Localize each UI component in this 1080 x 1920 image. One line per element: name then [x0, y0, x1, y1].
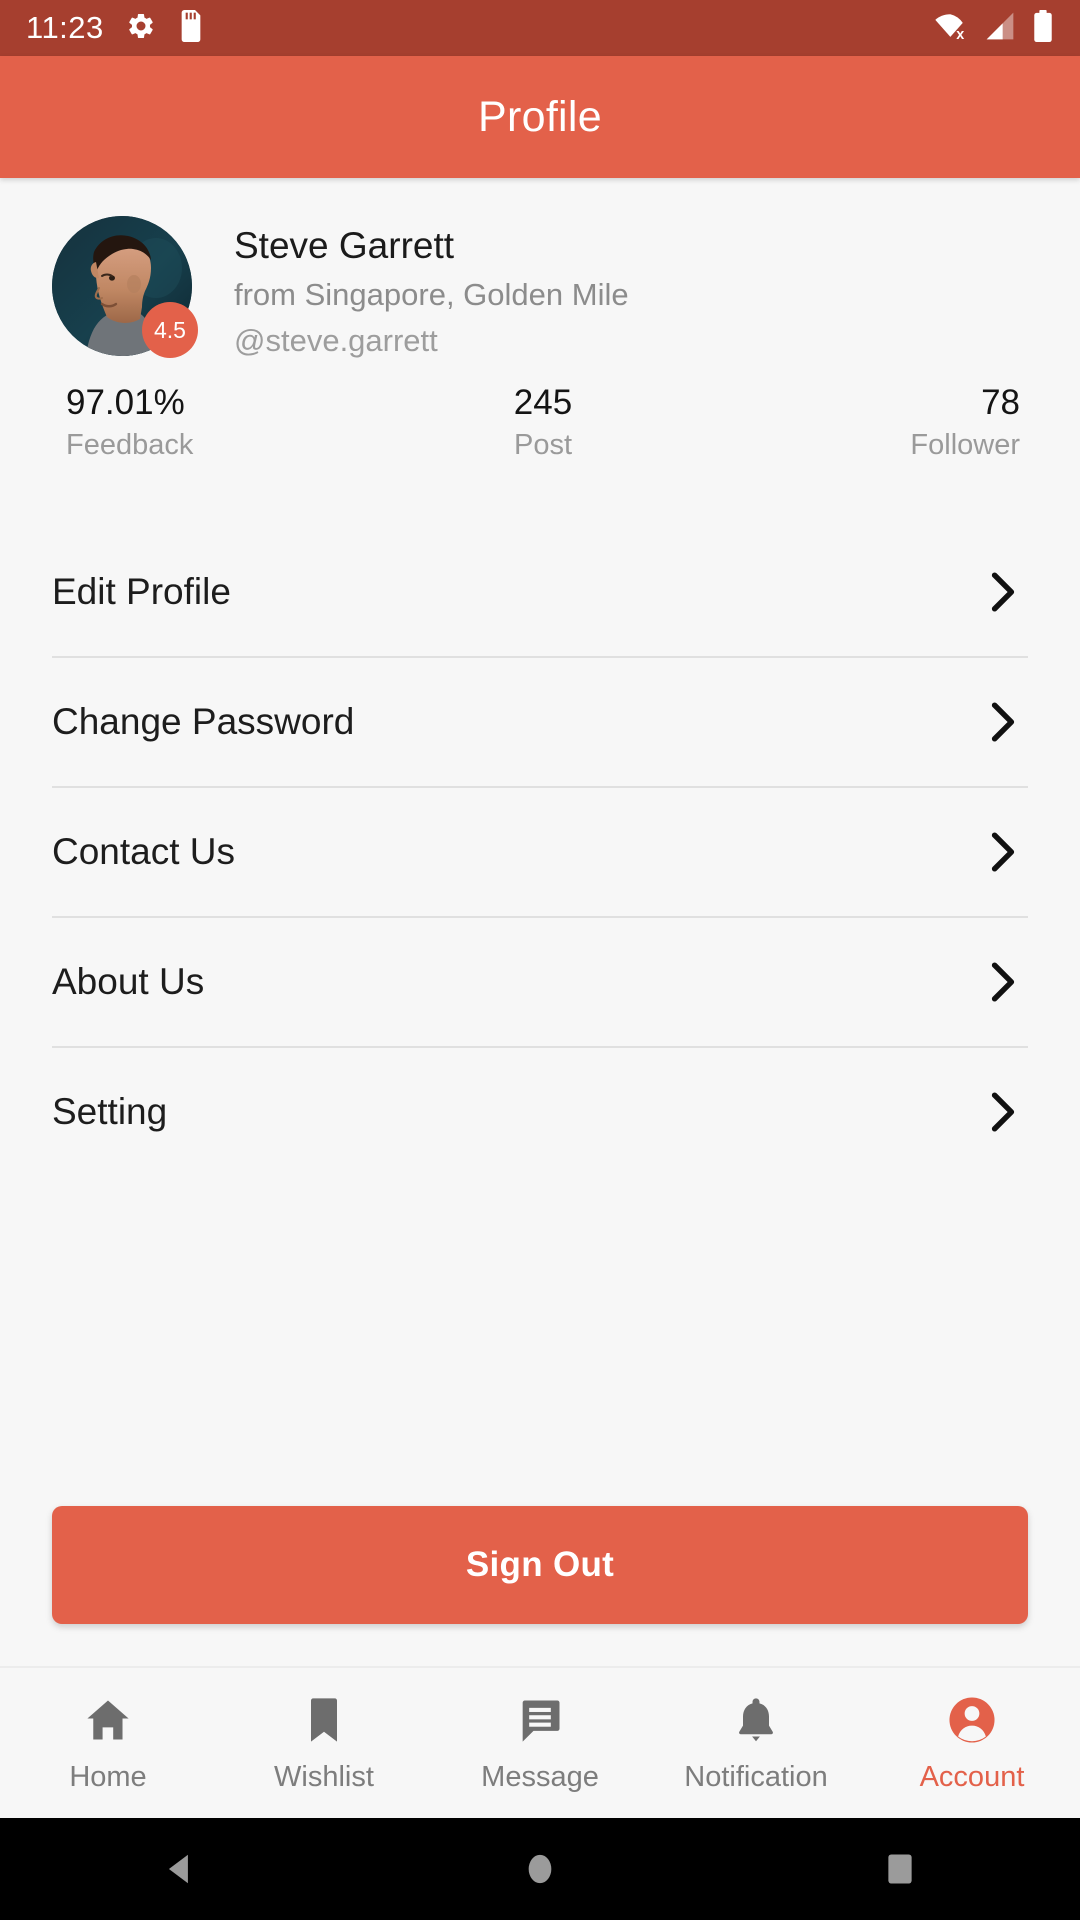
rating-badge: 4.5	[142, 302, 198, 358]
menu-item-label: About Us	[52, 961, 205, 1003]
profile-stats: 97.01% Feedback 245 Post 78 Follower	[52, 382, 1028, 462]
android-navigation-bar	[0, 1818, 1080, 1920]
gear-icon	[126, 11, 156, 46]
stat-label: Post	[513, 429, 573, 462]
back-button[interactable]	[0, 1850, 360, 1888]
recents-button[interactable]	[720, 1850, 1080, 1888]
profile-content: 4.5 Steve Garrett from Singapore, Golden…	[0, 178, 1080, 1666]
nav-item-notification[interactable]: Notification	[648, 1694, 864, 1792]
menu-item-label: Setting	[52, 1091, 168, 1133]
chat-icon	[514, 1694, 566, 1751]
stat-feedback[interactable]: 97.01% Feedback	[52, 382, 384, 462]
nav-item-label: Home	[69, 1761, 147, 1793]
profile-location: from Singapore, Golden Mile	[234, 276, 629, 312]
status-bar-left: 11:23	[26, 9, 204, 47]
menu-item-label: Edit Profile	[52, 571, 231, 613]
menu-item-setting[interactable]: Setting	[52, 1048, 1028, 1176]
bottom-navigation: Home Wishlist Message Notification Accou…	[0, 1666, 1080, 1818]
settings-menu: Edit Profile Change Password Contact Us	[52, 528, 1028, 1176]
sd-card-icon	[178, 9, 204, 47]
menu-item-label: Contact Us	[52, 831, 236, 873]
profile-info: Steve Garrett from Singapore, Golden Mil…	[234, 216, 629, 360]
nav-item-label: Wishlist	[274, 1761, 374, 1793]
menu-item-label: Change Password	[52, 701, 355, 743]
nav-item-label: Account	[919, 1761, 1025, 1793]
chevron-right-icon	[990, 701, 1028, 743]
stat-label: Follower	[910, 429, 1020, 462]
account-circle-icon	[946, 1694, 998, 1751]
menu-item-contact-us[interactable]: Contact Us	[52, 788, 1028, 916]
home-icon	[82, 1694, 134, 1751]
profile-name: Steve Garrett	[234, 225, 455, 266]
sign-out-button[interactable]: Sign Out	[52, 1506, 1028, 1624]
wifi-off-icon: x	[934, 11, 968, 46]
nav-item-wishlist[interactable]: Wishlist	[216, 1694, 432, 1792]
svg-text:x: x	[956, 27, 964, 41]
sign-out-container: Sign Out	[52, 1506, 1028, 1666]
stat-post[interactable]: 245 Post	[384, 382, 702, 462]
profile-screen: 11:23 x Profile 4.5 Steve Garrett from S…	[0, 0, 1080, 1920]
app-bar: Profile	[0, 56, 1080, 178]
status-clock: 11:23	[26, 10, 104, 45]
status-bar-right: x	[934, 9, 1054, 47]
stat-follower[interactable]: 78 Follower	[702, 382, 1028, 462]
chevron-right-icon	[990, 831, 1028, 873]
menu-item-change-password[interactable]: Change Password	[52, 658, 1028, 786]
stat-value: 78	[981, 382, 1020, 422]
nav-item-account[interactable]: Account	[864, 1694, 1080, 1792]
nav-item-label: Message	[481, 1761, 599, 1793]
battery-full-icon	[1032, 9, 1054, 47]
chevron-right-icon	[990, 571, 1028, 613]
menu-item-edit-profile[interactable]: Edit Profile	[52, 528, 1028, 656]
cellular-signal-icon	[984, 11, 1016, 46]
stat-label: Feedback	[66, 429, 194, 462]
bookmark-icon	[298, 1694, 350, 1751]
profile-header: 4.5 Steve Garrett from Singapore, Golden…	[52, 178, 1028, 360]
bell-icon	[730, 1694, 782, 1751]
stat-value: 97.01%	[66, 382, 185, 422]
nav-item-home[interactable]: Home	[0, 1694, 216, 1792]
chevron-right-icon	[990, 961, 1028, 1003]
avatar-wrapper[interactable]: 4.5	[52, 216, 198, 358]
home-button[interactable]	[360, 1850, 720, 1888]
page-title: Profile	[478, 92, 602, 141]
status-bar: 11:23 x	[0, 0, 1080, 56]
stat-value: 245	[513, 382, 573, 422]
nav-item-message[interactable]: Message	[432, 1694, 648, 1792]
menu-item-about-us[interactable]: About Us	[52, 918, 1028, 1046]
nav-item-label: Notification	[684, 1761, 828, 1793]
profile-handle: @steve.garrett	[234, 323, 438, 359]
chevron-right-icon	[990, 1091, 1028, 1133]
